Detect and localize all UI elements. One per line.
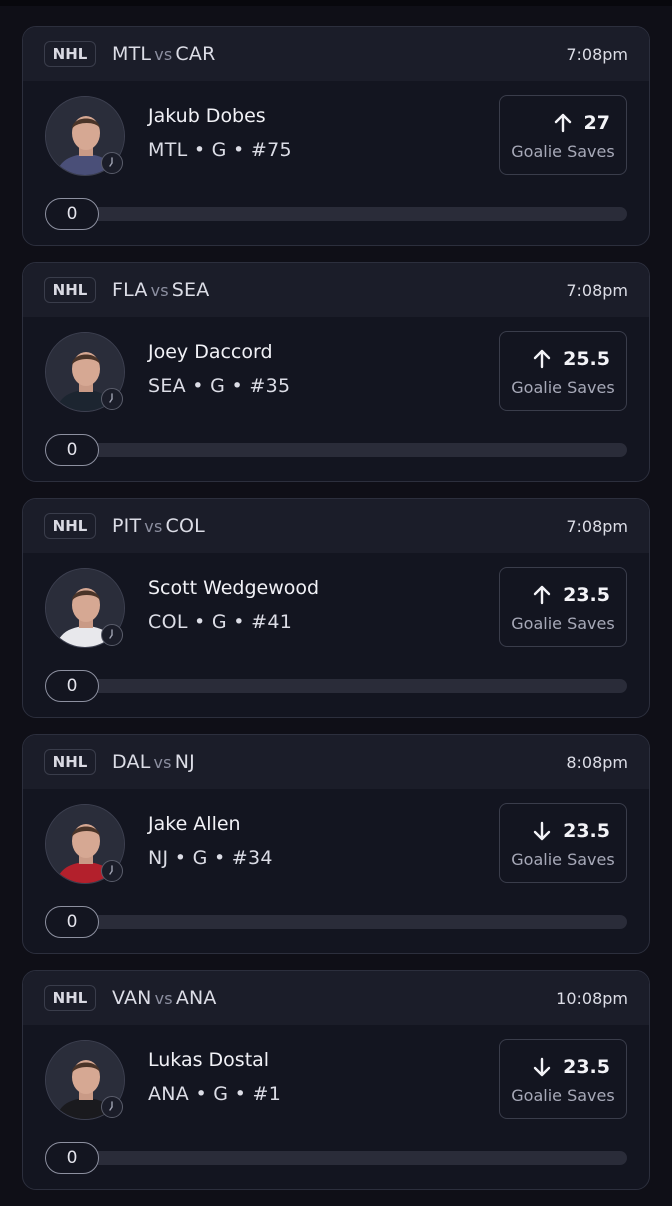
progress-value: 0 <box>45 198 99 230</box>
prop-stat-label: Goalie Saves <box>511 142 615 161</box>
matchup: MTL vs CAR <box>112 43 215 65</box>
league-badge: NHL <box>44 277 96 303</box>
game-time: 8:08pm <box>566 752 628 772</box>
prop-card[interactable]: NHL MTL vs CAR 7:08pm Jakub Dobes MTL • … <box>22 26 650 246</box>
clock-icon <box>101 1096 123 1118</box>
player-meta: SEA • G • #35 <box>148 375 291 397</box>
prop-stat-label: Goalie Saves <box>511 1086 615 1105</box>
progress-track <box>45 679 627 693</box>
matchup: FLA vs SEA <box>112 279 209 301</box>
card-header: NHL VAN vs ANA 10:08pm <box>23 971 649 1025</box>
progress-track <box>45 915 627 929</box>
clock-icon <box>101 860 123 882</box>
team-a: PIT <box>112 515 142 537</box>
player-meta: MTL • G • #75 <box>148 139 292 161</box>
arrow-up-icon <box>554 113 571 133</box>
team-a: VAN <box>112 987 152 1009</box>
prop-line-value: 27 <box>554 112 610 134</box>
progress-value: 0 <box>45 906 99 938</box>
prop-card[interactable]: NHL FLA vs SEA 7:08pm Joey Daccord SEA •… <box>22 262 650 482</box>
card-header: NHL MTL vs CAR 7:08pm <box>23 27 649 81</box>
game-time: 7:08pm <box>566 280 628 300</box>
card-body: Lukas Dostal ANA • G • #1 23.5 Goalie Sa… <box>23 1025 649 1189</box>
prop-card[interactable]: NHL VAN vs ANA 10:08pm Lukas Dostal ANA … <box>22 970 650 1190</box>
prop-line-value: 23.5 <box>533 820 610 842</box>
team-b: SEA <box>171 279 210 301</box>
prop-stat-label: Goalie Saves <box>511 850 615 869</box>
vs-label: vs <box>150 281 169 300</box>
player-meta: NJ • G • #34 <box>148 847 273 869</box>
prop-line-number: 23.5 <box>563 1056 610 1078</box>
card-header: NHL DAL vs NJ 8:08pm <box>23 735 649 789</box>
league-badge: NHL <box>44 513 96 539</box>
arrow-down-icon <box>533 821 551 841</box>
prop-stat-label: Goalie Saves <box>511 614 615 633</box>
prop-line-number: 23.5 <box>563 820 610 842</box>
prop-card[interactable]: NHL DAL vs NJ 8:08pm Jake Allen NJ • G •… <box>22 734 650 954</box>
player-meta: ANA • G • #1 <box>148 1083 282 1105</box>
prop-card[interactable]: NHL PIT vs COL 7:08pm Scott Wedgewood CO… <box>22 498 650 718</box>
league-badge: NHL <box>44 749 96 775</box>
matchup: DAL vs NJ <box>112 751 195 773</box>
game-time: 7:08pm <box>566 516 628 536</box>
progress-value: 0 <box>45 434 99 466</box>
prop-line-value: 25.5 <box>533 348 610 370</box>
prop-line-value: 23.5 <box>533 584 610 606</box>
card-header: NHL PIT vs COL 7:08pm <box>23 499 649 553</box>
vs-label: vs <box>153 753 172 772</box>
team-a: FLA <box>112 279 148 301</box>
progress-value: 0 <box>45 1142 99 1174</box>
prop-line-value: 23.5 <box>533 1056 610 1078</box>
top-strip <box>0 0 672 6</box>
vs-label: vs <box>144 517 163 536</box>
card-body: Jakub Dobes MTL • G • #75 27 Goalie Save… <box>23 81 649 245</box>
league-badge: NHL <box>44 985 96 1011</box>
prop-card-list: NHL MTL vs CAR 7:08pm Jakub Dobes MTL • … <box>22 26 650 1206</box>
card-body: Jake Allen NJ • G • #34 23.5 Goalie Save… <box>23 789 649 953</box>
arrow-down-icon <box>533 1057 551 1077</box>
team-a: DAL <box>112 751 151 773</box>
player-name: Joey Daccord <box>148 341 273 363</box>
team-b: CAR <box>175 43 216 65</box>
team-b: COL <box>165 515 205 537</box>
player-meta: COL • G • #41 <box>148 611 293 633</box>
progress-track <box>45 207 627 221</box>
card-header: NHL FLA vs SEA 7:08pm <box>23 263 649 317</box>
prop-line-box[interactable]: 23.5 Goalie Saves <box>499 567 627 647</box>
prop-line-box[interactable]: 25.5 Goalie Saves <box>499 331 627 411</box>
clock-icon <box>101 152 123 174</box>
player-name: Lukas Dostal <box>148 1049 270 1071</box>
clock-icon <box>101 388 123 410</box>
progress-track <box>45 443 627 457</box>
prop-stat-label: Goalie Saves <box>511 378 615 397</box>
arrow-up-icon <box>533 349 551 369</box>
card-body: Scott Wedgewood COL • G • #41 23.5 Goali… <box>23 553 649 717</box>
game-time: 7:08pm <box>566 44 628 64</box>
player-name: Scott Wedgewood <box>148 577 320 599</box>
card-body: Joey Daccord SEA • G • #35 25.5 Goalie S… <box>23 317 649 481</box>
progress-value: 0 <box>45 670 99 702</box>
prop-line-box[interactable]: 23.5 Goalie Saves <box>499 803 627 883</box>
prop-line-number: 23.5 <box>563 584 610 606</box>
game-time: 10:08pm <box>556 988 628 1008</box>
league-badge: NHL <box>44 41 96 67</box>
vs-label: vs <box>154 45 173 64</box>
progress-track <box>45 1151 627 1165</box>
team-b: NJ <box>174 751 195 773</box>
player-name: Jakub Dobes <box>148 105 266 127</box>
team-b: ANA <box>175 987 217 1009</box>
vs-label: vs <box>154 989 173 1008</box>
clock-icon <box>101 624 123 646</box>
prop-line-number: 27 <box>583 112 610 134</box>
arrow-up-icon <box>533 585 551 605</box>
team-a: MTL <box>112 43 152 65</box>
prop-line-number: 25.5 <box>563 348 610 370</box>
matchup: VAN vs ANA <box>112 987 217 1009</box>
prop-line-box[interactable]: 23.5 Goalie Saves <box>499 1039 627 1119</box>
matchup: PIT vs COL <box>112 515 205 537</box>
player-name: Jake Allen <box>148 813 241 835</box>
prop-line-box[interactable]: 27 Goalie Saves <box>499 95 627 175</box>
